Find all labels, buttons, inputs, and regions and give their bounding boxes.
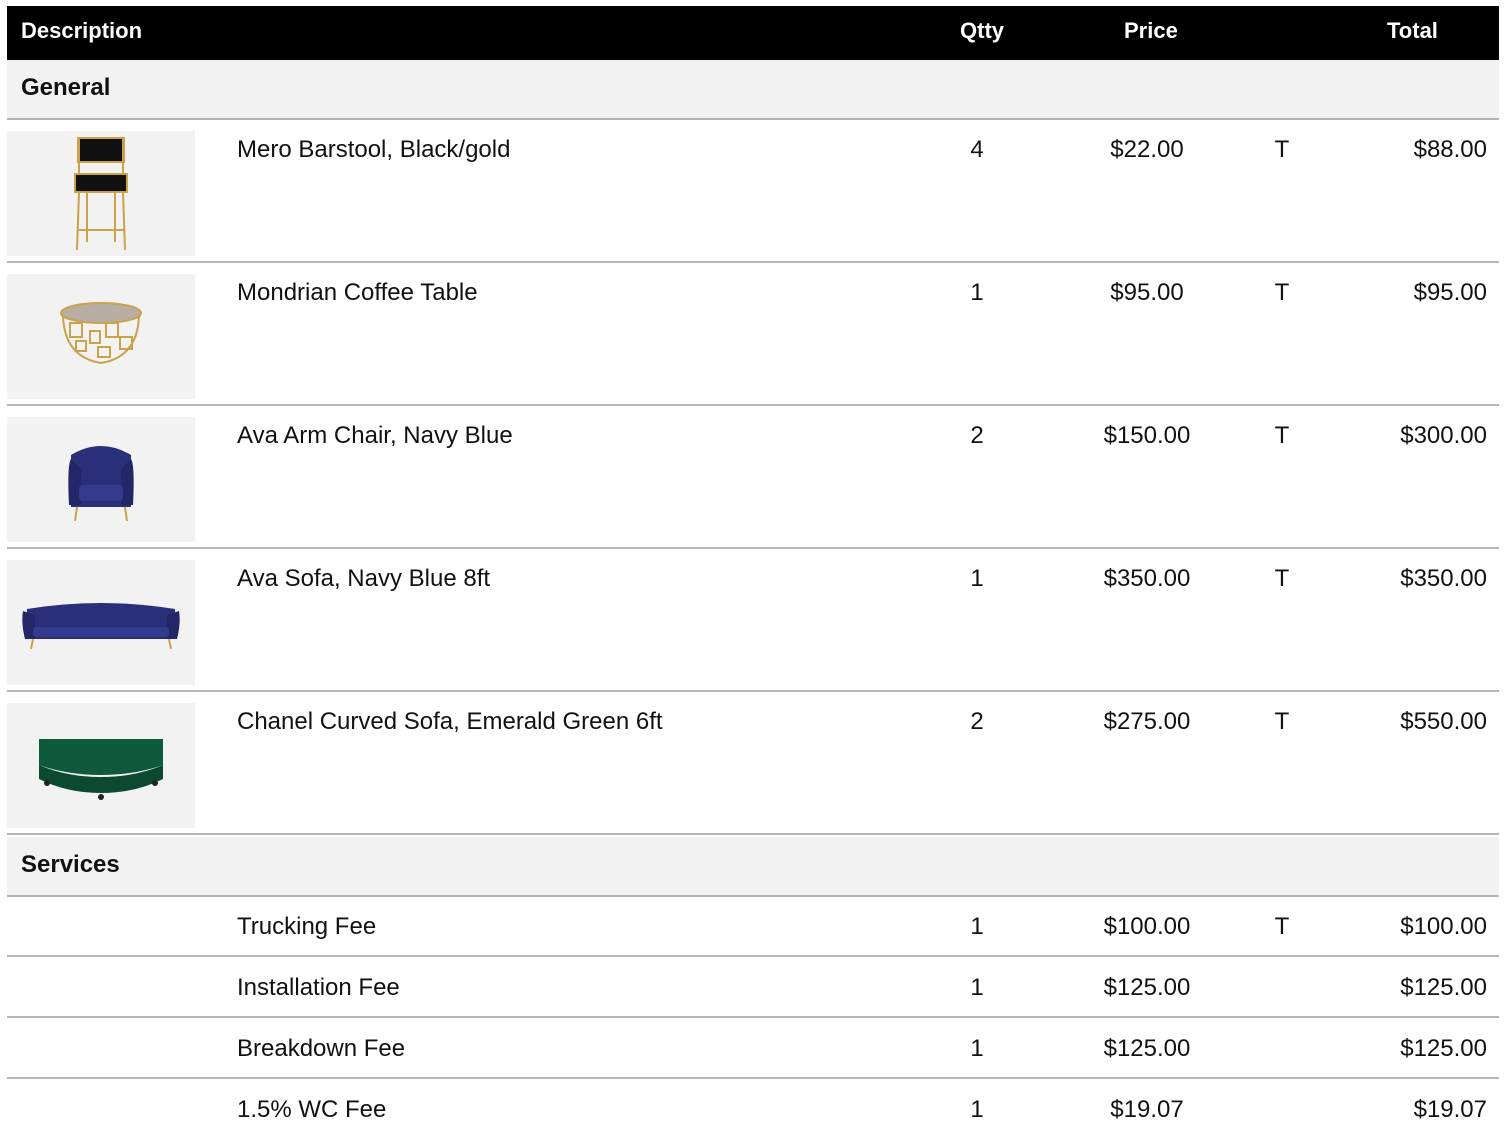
item-qty: 1: [970, 565, 984, 592]
table-header: Description Qtty Price Total: [7, 6, 1499, 60]
item-qty: 1: [970, 1035, 984, 1062]
table-row: Trucking Fee 1 $100.00 T $100.00: [7, 897, 1499, 957]
item-description: Installation Fee: [237, 974, 400, 1001]
product-image: [7, 560, 195, 685]
header-price: Price: [1124, 18, 1178, 43]
item-description: Ava Arm Chair, Navy Blue: [237, 422, 513, 449]
item-description: Chanel Curved Sofa, Emerald Green 6ft: [237, 708, 663, 735]
item-price: $19.07: [1110, 1096, 1184, 1122]
header-qty: Qtty: [960, 18, 1004, 43]
item-price: $22.00: [1110, 136, 1184, 163]
item-tax-flag: T: [1274, 136, 1290, 163]
item-qty: 2: [970, 708, 984, 735]
header-description: Description: [21, 18, 143, 43]
item-total: $125.00: [1400, 1035, 1487, 1062]
item-total: $300.00: [1400, 422, 1487, 449]
item-price: $150.00: [1103, 422, 1191, 449]
section-general: General: [7, 60, 1499, 120]
coffee-table-icon: [60, 301, 142, 364]
item-total: $125.00: [1400, 974, 1487, 1001]
product-image: [7, 417, 195, 542]
item-qty: 1: [970, 279, 984, 306]
item-tax-flag: T: [1274, 422, 1290, 449]
item-qty: 1: [970, 913, 984, 940]
item-total: $88.00: [1413, 136, 1487, 163]
item-description: Trucking Fee: [237, 913, 377, 940]
item-qty: 2: [970, 422, 984, 449]
section-services: Services: [7, 837, 1499, 897]
product-image: [7, 131, 195, 256]
item-description: Breakdown Fee: [237, 1035, 406, 1062]
item-tax-flag: T: [1274, 913, 1290, 940]
item-price: $95.00: [1110, 279, 1184, 306]
item-price: $125.00: [1103, 1035, 1191, 1062]
item-description: Mero Barstool, Black/gold: [237, 136, 511, 163]
table-row: 1.5% WC Fee 1 $19.07 $19.07: [7, 1080, 1499, 1122]
table-row: Ava Arm Chair, Navy Blue 2 $150.00 T $30…: [7, 406, 1499, 549]
item-description: Ava Sofa, Navy Blue 8ft: [237, 565, 491, 592]
curved-sofa-icon: [39, 738, 163, 800]
item-total: $100.00: [1400, 913, 1487, 940]
item-total: $550.00: [1400, 708, 1487, 735]
item-price: $350.00: [1103, 565, 1191, 592]
item-price: $275.00: [1103, 708, 1191, 735]
item-qty: 4: [970, 136, 984, 163]
barstool-icon: [74, 136, 128, 250]
item-total: $350.00: [1400, 565, 1487, 592]
table-row: Ava Sofa, Navy Blue 8ft 1 $350.00 T $350…: [7, 549, 1499, 692]
product-image: [7, 274, 195, 399]
item-total: $95.00: [1413, 279, 1487, 306]
item-description: Mondrian Coffee Table: [237, 279, 478, 306]
item-price: $125.00: [1103, 974, 1191, 1001]
invoice-page: Description Qtty Price Total General Mer…: [0, 0, 1506, 1122]
item-tax-flag: T: [1274, 708, 1290, 735]
item-tax-flag: T: [1274, 279, 1290, 306]
sofa-icon: [22, 602, 180, 649]
section-title: General: [21, 74, 111, 101]
item-total: $19.07: [1413, 1096, 1487, 1122]
table-row: Breakdown Fee 1 $125.00 $125.00: [7, 1019, 1499, 1079]
product-image: [7, 703, 195, 828]
table-row: Chanel Curved Sofa, Emerald Green 6ft 2 …: [7, 692, 1499, 835]
item-tax-flag: T: [1274, 565, 1290, 592]
item-price: $100.00: [1103, 913, 1191, 940]
armchair-icon: [68, 445, 134, 521]
item-qty: 1: [970, 974, 984, 1001]
section-title: Services: [21, 851, 120, 878]
item-qty: 1: [970, 1096, 984, 1122]
header-total: Total: [1387, 18, 1438, 43]
table-row: Mero Barstool, Black/gold 4 $22.00 T $88…: [7, 120, 1499, 263]
table-row: Mondrian Coffee Table 1 $95.00 T $95.00: [7, 263, 1499, 406]
table-row: Installation Fee 1 $125.00 $125.00: [7, 958, 1499, 1018]
item-description: 1.5% WC Fee: [237, 1096, 387, 1122]
